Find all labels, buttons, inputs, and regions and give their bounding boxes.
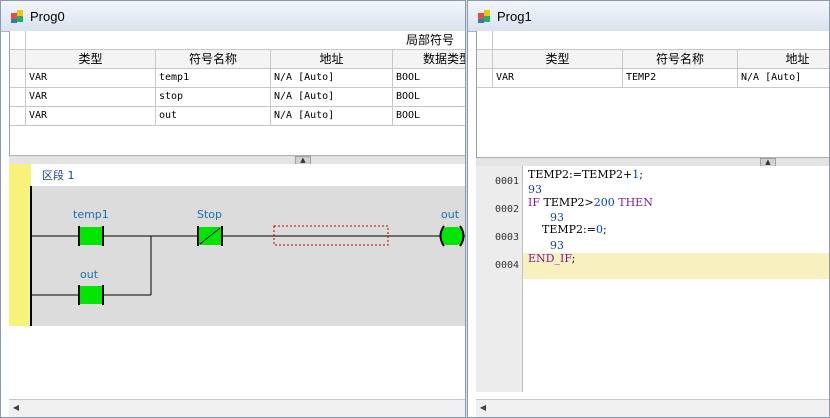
row-name: out	[156, 107, 271, 125]
row-name: temp1	[156, 69, 271, 87]
col-header-type[interactable]: 类型	[26, 50, 156, 68]
prog0-symbol-table: 局部符号 类型 符号名称 地址 数据类型 VAR temp1 N/A [Auto…	[9, 31, 465, 155]
row-datatype: BOOL	[393, 107, 465, 125]
prog0-window: Prog0 局部符号 类型 符号名称 地址 数据类型 VAR temp1 N/A…	[0, 0, 466, 418]
code-line-3: TEMP2:=0;	[528, 223, 607, 236]
line-number: 0002	[495, 204, 520, 215]
row-address: N/A [Auto]	[271, 107, 393, 125]
line-number: 0003	[495, 232, 520, 243]
col-header-address[interactable]: 地址	[738, 50, 829, 68]
ladder-diagram	[30, 186, 465, 326]
row-address: N/A [Auto]	[271, 88, 393, 106]
row-type: VAR	[26, 69, 156, 87]
row-datatype: BOOL	[393, 88, 465, 106]
coil-out	[439, 225, 465, 247]
row-name: TEMP2	[623, 69, 738, 87]
row-address: N/A [Auto]	[738, 69, 829, 87]
row-datatype: BOOL	[393, 69, 465, 87]
line-number: 0001	[495, 176, 520, 187]
scroll-left-icon[interactable]: ◀	[11, 403, 21, 413]
row-name: stop	[156, 88, 271, 106]
col-header-symbol-name[interactable]: 符号名称	[156, 50, 271, 68]
code-line-1: TEMP2:=TEMP2+1;	[528, 168, 643, 181]
st-code-editor[interactable]: 0001 0002 0003 0004 TEMP2:=TEMP2+1; 93 I…	[476, 166, 829, 392]
contact-temp1	[78, 226, 104, 246]
line-number: 0004	[495, 260, 520, 271]
row-address: N/A [Auto]	[271, 69, 393, 87]
local-symbols-header: 局部符号	[405, 33, 454, 47]
contact-label-stop[interactable]: Stop	[197, 208, 222, 221]
monitor-value: 93	[528, 183, 542, 196]
scroll-left-icon[interactable]: ◀	[478, 403, 488, 413]
code-line-4: END_IF;	[528, 252, 576, 265]
table-row[interactable]: VAR stop N/A [Auto] BOOL	[10, 88, 465, 107]
ladder-editor[interactable]: 区段 1 temp1 Stop out out	[9, 164, 465, 409]
prog0-titlebar[interactable]: Prog0	[1, 1, 465, 32]
row-type: VAR	[26, 107, 156, 125]
col-header-symbol-name[interactable]: 符号名称	[623, 50, 738, 68]
table-row[interactable]: VAR TEMP2 N/A [Auto]	[477, 69, 829, 88]
contact-out	[78, 285, 104, 305]
code-line-2: IF TEMP2>200 THEN	[528, 196, 653, 209]
col-header-address[interactable]: 地址	[271, 50, 393, 68]
contact-label-out[interactable]: out	[80, 268, 98, 281]
prog1-symbol-table: 类型 符号名称 地址 VAR TEMP2 N/A [Auto]	[476, 31, 829, 157]
program-icon	[11, 10, 23, 23]
program-icon	[478, 10, 490, 23]
col-header-type[interactable]: 类型	[493, 50, 623, 68]
prog1-window: Prog1 类型 符号名称 地址 VAR TEMP2 N/A [Auto] ▲ …	[467, 0, 830, 418]
prog1-title: Prog1	[497, 9, 532, 24]
col-header-datatype[interactable]: 数据类型	[393, 50, 465, 68]
horizontal-scrollbar[interactable]: ◀	[9, 399, 465, 417]
contact-stop-nc	[197, 226, 223, 246]
row-type: VAR	[26, 88, 156, 106]
prog1-titlebar[interactable]: Prog1	[468, 1, 829, 32]
coil-label-out[interactable]: out	[441, 208, 459, 221]
table-row[interactable]: VAR temp1 N/A [Auto] BOOL	[10, 69, 465, 88]
prog0-title: Prog0	[30, 9, 65, 24]
line-number-gutter	[476, 166, 523, 392]
monitor-value: 93	[550, 239, 564, 252]
row-type: VAR	[493, 69, 623, 87]
contact-label-temp1[interactable]: temp1	[73, 208, 109, 221]
table-row[interactable]: VAR out N/A [Auto] BOOL	[10, 107, 465, 126]
horizontal-scrollbar[interactable]: ◀	[476, 399, 829, 417]
